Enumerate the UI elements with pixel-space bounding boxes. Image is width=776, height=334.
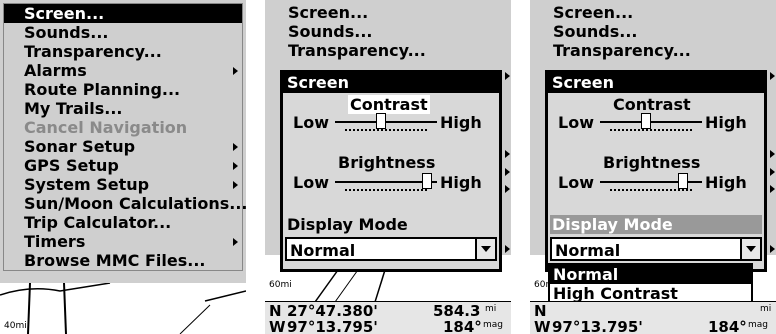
map-lines (0, 282, 246, 334)
main-menu: Screen... Sounds... Transparency... Alarms R… (3, 3, 246, 271)
brightness-slider-thumb[interactable] (678, 173, 689, 189)
speed-unit: mi (485, 304, 497, 314)
menu-item-screen[interactable]: Screen... (268, 3, 508, 22)
menu-item-route-planning[interactable]: Route Planning... (4, 80, 242, 99)
dialog-title: Screen (548, 73, 764, 93)
chevron-right-icon (505, 245, 510, 253)
chevron-right-icon (233, 238, 238, 246)
contrast-low-label: Low (293, 113, 329, 132)
chevron-down-icon[interactable] (475, 239, 495, 259)
dialog-title: Screen (283, 73, 499, 93)
screen-dialog: Screen Contrast Low High Brightness Low … (545, 70, 767, 272)
display-mode-label: Display Mode (550, 215, 762, 234)
heading-unit: mag (748, 320, 768, 330)
brightness-label: Brightness (603, 153, 701, 172)
contrast-label: Contrast (348, 95, 430, 114)
menu-item-cancel-navigation: Cancel Navigation (24, 118, 188, 137)
brightness-high-label: High (440, 173, 482, 192)
screen-dialog: Screen Contrast Low High Brightness Low … (280, 70, 502, 272)
menu-item-sounds[interactable]: Sounds... (4, 23, 242, 42)
chevron-right-icon (770, 245, 775, 253)
chevron-right-icon (505, 168, 510, 176)
display-mode-value: Normal (290, 241, 356, 260)
panel-main-menu: 40mi Screen... Sounds... Transparency... Al… (0, 0, 246, 334)
chevron-down-icon[interactable] (740, 239, 760, 259)
menu-item-sounds[interactable]: Sounds... (533, 22, 773, 41)
chevron-right-icon (233, 181, 238, 189)
main-menu-partial: Screen... Sounds... Transparency... (533, 3, 773, 63)
longitude: 97°13.795' (287, 318, 378, 334)
chevron-right-icon (770, 185, 775, 193)
brightness-low-label: Low (558, 173, 594, 192)
menu-item-timers[interactable]: Timers (4, 232, 242, 251)
speed-unit: mi (760, 304, 772, 314)
status-bar: N W 97°13.795' mi 184° mag (530, 301, 776, 334)
lon-hemisphere: W (534, 318, 551, 334)
display-mode-option[interactable]: Normal (550, 265, 751, 284)
chevron-right-icon (770, 72, 775, 80)
menu-item-trip-calculator[interactable]: Trip Calculator... (4, 213, 242, 232)
contrast-ticks (610, 129, 692, 133)
menu-item-screen[interactable]: Screen... (533, 3, 773, 22)
contrast-ticks (345, 129, 427, 133)
menu-item-screen[interactable]: Screen... (4, 4, 242, 23)
heading-value: 184° (443, 318, 482, 334)
brightness-high-label: High (705, 173, 747, 192)
lon-hemisphere: W (269, 318, 286, 334)
chevron-right-icon (505, 72, 510, 80)
chevron-right-icon (770, 168, 775, 176)
heading-value: 184° (708, 318, 747, 334)
menu-item-sonar-setup[interactable]: Sonar Setup (4, 137, 242, 156)
brightness-ticks (610, 189, 692, 193)
panel-screen-dialog: 60mi Screen... Sounds... Transparency...… (265, 0, 511, 334)
menu-item-sun-moon-calculations[interactable]: Sun/Moon Calculations... (4, 194, 246, 213)
chevron-right-icon (233, 67, 238, 75)
contrast-high-label: High (440, 113, 482, 132)
brightness-low-label: Low (293, 173, 329, 192)
display-mode-dropdown[interactable]: Normal (550, 237, 762, 261)
brightness-slider-thumb[interactable] (422, 173, 433, 189)
chevron-right-icon (770, 150, 775, 158)
main-menu-partial: Screen... Sounds... Transparency... (268, 3, 508, 63)
map-scale: 60mi (269, 280, 292, 290)
status-bar: N 27°47.380' W 97°13.795' 584.3 mi 184° … (265, 301, 511, 334)
chevron-right-icon (233, 162, 238, 170)
display-mode-dropdown[interactable]: Normal (285, 237, 497, 261)
chevron-right-icon (233, 143, 238, 151)
display-mode-label: Display Mode (287, 215, 408, 234)
map-view[interactable]: 40mi (0, 282, 246, 334)
contrast-high-label: High (705, 113, 747, 132)
menu-item-transparency[interactable]: Transparency... (4, 42, 242, 61)
contrast-slider-thumb[interactable] (641, 113, 652, 129)
brightness-label: Brightness (338, 153, 436, 172)
menu-item-transparency[interactable]: Transparency... (533, 41, 773, 60)
contrast-label: Contrast (613, 95, 691, 114)
contrast-low-label: Low (558, 113, 594, 132)
menu-item-my-trails[interactable]: My Trails... (4, 99, 242, 118)
longitude: 97°13.795' (552, 318, 643, 334)
menu-item-sounds[interactable]: Sounds... (268, 22, 508, 41)
chevron-right-icon (505, 150, 510, 158)
menu-item-gps-setup[interactable]: GPS Setup (4, 156, 242, 175)
display-mode-value: Normal (555, 241, 621, 260)
chevron-right-icon (505, 185, 510, 193)
contrast-slider-thumb[interactable] (376, 113, 387, 129)
menu-item-alarms[interactable]: Alarms (4, 61, 242, 80)
menu-item-transparency[interactable]: Transparency... (268, 41, 508, 60)
panel-screen-dialog-open: 60mi Screen... Sounds... Transparency...… (530, 0, 776, 334)
brightness-ticks (345, 189, 427, 193)
map-scale: 40mi (4, 321, 27, 331)
heading-unit: mag (483, 320, 503, 330)
menu-item-browse-mmc-files[interactable]: Browse MMC Files... (4, 251, 242, 270)
menu-item-system-setup[interactable]: System Setup (4, 175, 242, 194)
